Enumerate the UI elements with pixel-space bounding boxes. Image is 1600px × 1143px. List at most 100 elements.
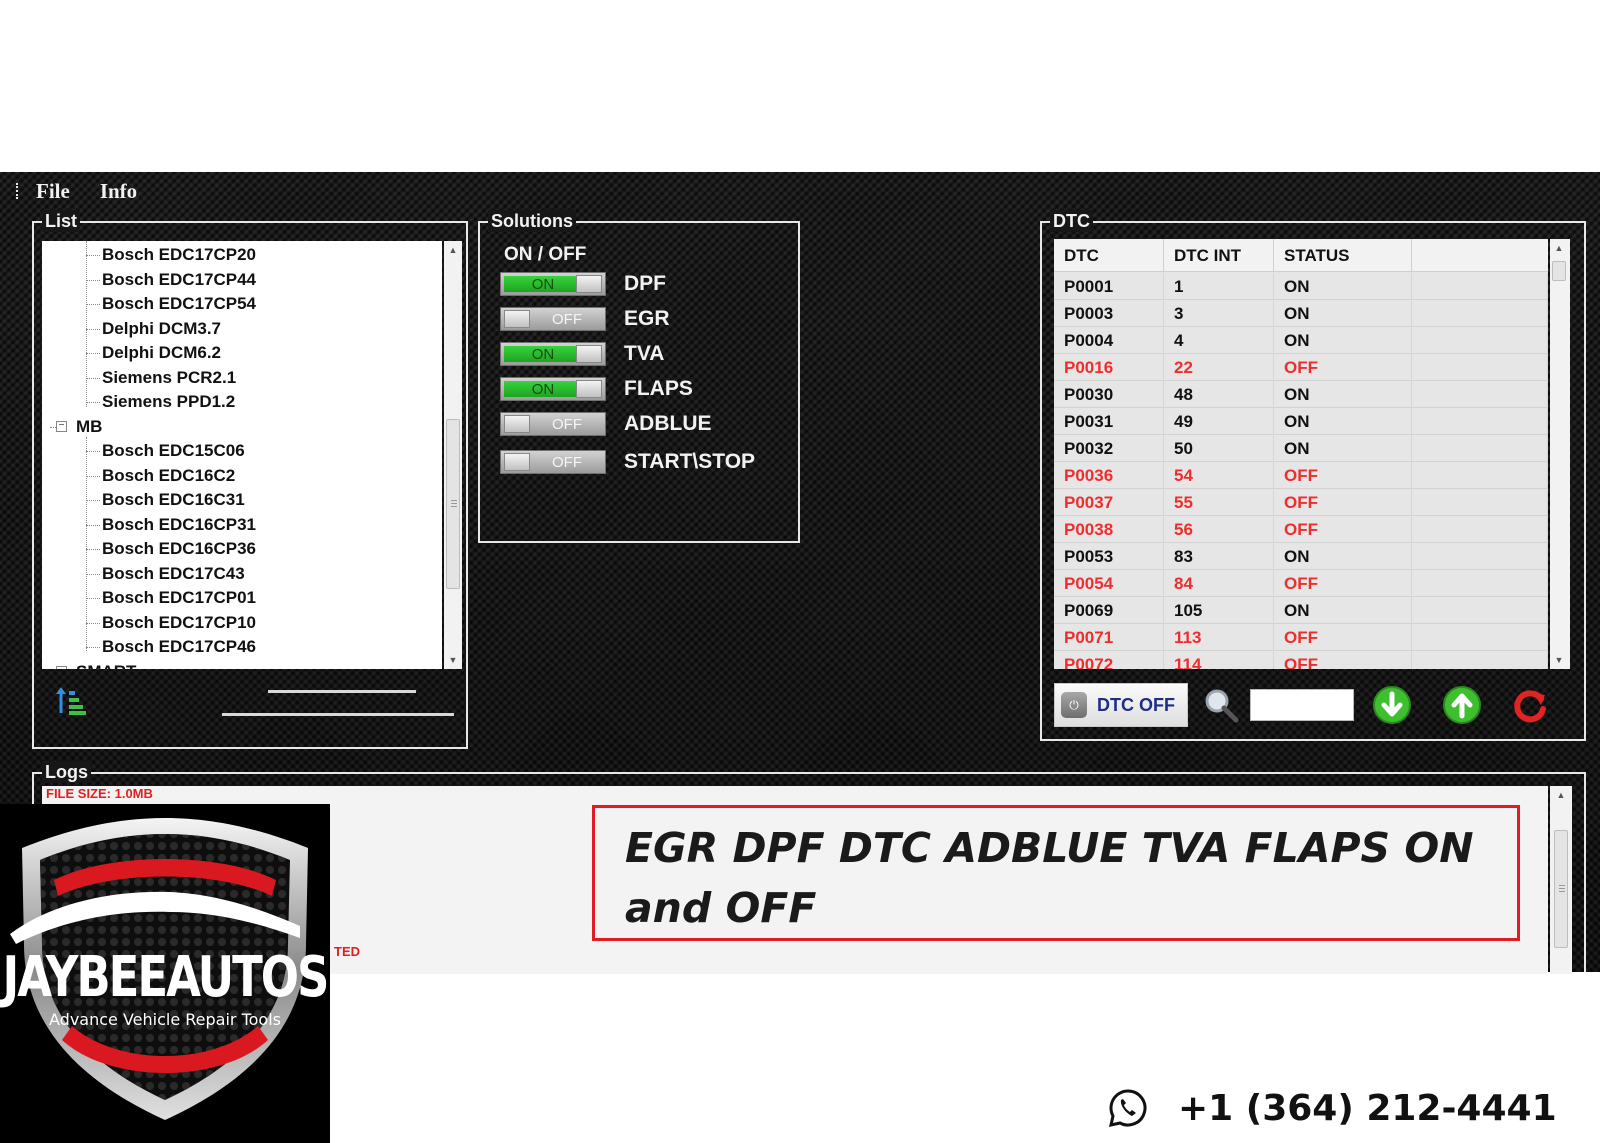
dtc-status-cell: OFF bbox=[1274, 462, 1412, 489]
toggle-switch[interactable]: ON bbox=[500, 377, 606, 401]
toggle-name: FLAPS bbox=[624, 377, 693, 400]
dtc-int-cell: 48 bbox=[1164, 381, 1274, 408]
toggle-switch[interactable]: ON bbox=[500, 342, 606, 366]
tree-item[interactable]: Bosch EDC16C2 bbox=[102, 464, 235, 488]
tree-item[interactable]: Bosch EDC17CP10 bbox=[102, 611, 256, 635]
table-row[interactable]: P0053 83 ON bbox=[1054, 543, 1548, 570]
collapse-icon[interactable]: − bbox=[56, 420, 67, 432]
logo-name: JAYBEEAUTOS bbox=[2, 943, 330, 1010]
tree-item[interactable]: Bosch EDC17CP01 bbox=[102, 586, 256, 610]
logo-tagline: Advance Vehicle Repair Tools bbox=[49, 1010, 281, 1029]
table-row[interactable]: P0030 48 ON bbox=[1054, 381, 1548, 408]
table-row[interactable]: P0036 54 OFF bbox=[1054, 462, 1548, 489]
dtc-status-cell: ON bbox=[1274, 597, 1412, 624]
dtc-status-cell: ON bbox=[1274, 381, 1412, 408]
dtc-int-cell: 50 bbox=[1164, 435, 1274, 462]
table-row[interactable]: P0038 56 OFF bbox=[1054, 516, 1548, 543]
dtc-empty-cell bbox=[1412, 408, 1548, 435]
scroll-down-icon[interactable]: ▼ bbox=[1550, 651, 1568, 669]
collapse-icon[interactable]: − bbox=[56, 665, 67, 669]
dtc-empty-cell bbox=[1412, 597, 1548, 624]
dtc-off-button[interactable]: ⏻ DTC OFF bbox=[1054, 683, 1188, 727]
refresh-icon[interactable] bbox=[1510, 685, 1550, 725]
menu-file[interactable]: File bbox=[36, 179, 70, 204]
tree-item[interactable]: Bosch EDC17CP46 bbox=[102, 635, 256, 659]
tree-item[interactable]: Delphi DCM3.7 bbox=[102, 317, 221, 341]
table-row[interactable]: P0054 84 OFF bbox=[1054, 570, 1548, 597]
dtc-int-cell: 113 bbox=[1164, 624, 1274, 651]
dtc-status-cell: ON bbox=[1274, 327, 1412, 354]
tree-item[interactable]: Siemens PCR2.1 bbox=[102, 366, 236, 390]
arrow-down-icon[interactable] bbox=[1372, 685, 1412, 725]
dtc-int-cell: 54 bbox=[1164, 462, 1274, 489]
dtc-code-cell: P0036 bbox=[1054, 462, 1164, 489]
dtc-int-cell: 83 bbox=[1164, 543, 1274, 570]
dtc-int-cell: 22 bbox=[1164, 354, 1274, 381]
scroll-up-icon[interactable]: ▲ bbox=[1552, 786, 1570, 804]
tree-item[interactable]: Bosch EDC17C43 bbox=[102, 562, 245, 586]
dtc-table: DTC DTC INT STATUS P0001 1 ON P0003 3 ON P0004… bbox=[1054, 239, 1548, 669]
dtc-code-cell: P0037 bbox=[1054, 489, 1164, 516]
toggle-switch[interactable]: OFF bbox=[500, 307, 606, 331]
search-icon[interactable] bbox=[1202, 687, 1240, 725]
table-row[interactable]: P0031 49 ON bbox=[1054, 408, 1548, 435]
logs-scrollbar[interactable]: ▲ bbox=[1550, 786, 1572, 974]
scroll-thumb[interactable] bbox=[1552, 261, 1566, 281]
toggle-knob[interactable] bbox=[504, 453, 530, 471]
tree-item[interactable]: Bosch EDC17CP54 bbox=[102, 292, 256, 316]
scroll-thumb[interactable] bbox=[446, 419, 460, 589]
tree-item[interactable]: Bosch EDC16CP31 bbox=[102, 513, 256, 537]
tree-item[interactable]: Bosch EDC16CP36 bbox=[102, 537, 256, 561]
list-scrollbar[interactable]: ▲ ▼ bbox=[444, 241, 462, 669]
toggle-state: OFF bbox=[552, 454, 582, 471]
toggle-knob[interactable] bbox=[504, 415, 530, 433]
scroll-up-icon[interactable]: ▲ bbox=[1550, 239, 1568, 257]
table-row[interactable]: P0016 22 OFF bbox=[1054, 354, 1548, 381]
phone-number[interactable]: +1 (364) 212-4441 bbox=[1178, 1088, 1557, 1129]
toggle-switch[interactable]: OFF bbox=[500, 450, 606, 474]
column-header-dtc[interactable]: DTC bbox=[1054, 239, 1164, 272]
sort-ascending-icon[interactable] bbox=[54, 683, 86, 717]
ecu-tree[interactable]: Bosch EDC17CP20 Bosch EDC17CP44 Bosch EDC1… bbox=[42, 241, 442, 669]
tree-group-node[interactable]: SMART bbox=[76, 660, 136, 670]
dtc-code-cell: P0054 bbox=[1054, 570, 1164, 597]
dtc-scrollbar[interactable]: ▲ ▼ bbox=[1550, 239, 1570, 669]
column-header-status[interactable]: STATUS bbox=[1274, 239, 1412, 272]
log-line: FILE SIZE: 1.0MB bbox=[46, 786, 153, 801]
dtc-search-input[interactable] bbox=[1250, 689, 1354, 721]
toggle-knob[interactable] bbox=[504, 310, 530, 328]
scroll-thumb[interactable] bbox=[1554, 830, 1568, 948]
dtc-status-cell: OFF bbox=[1274, 489, 1412, 516]
table-row[interactable]: P0032 50 ON bbox=[1054, 435, 1548, 462]
tree-connector bbox=[86, 524, 100, 526]
table-row[interactable]: P0037 55 OFF bbox=[1054, 489, 1548, 516]
table-row[interactable]: P0072 114 OFF bbox=[1054, 651, 1548, 669]
toggle-switch[interactable]: OFF bbox=[500, 412, 606, 436]
tree-item[interactable]: Delphi DCM6.2 bbox=[102, 341, 221, 365]
arrow-up-icon[interactable] bbox=[1442, 685, 1482, 725]
toggle-knob[interactable] bbox=[576, 380, 602, 398]
scroll-down-icon[interactable]: ▼ bbox=[444, 651, 462, 669]
table-row[interactable]: P0004 4 ON bbox=[1054, 327, 1548, 354]
tree-group-node[interactable]: MB bbox=[76, 415, 102, 439]
table-row[interactable]: P0069 105 ON bbox=[1054, 597, 1548, 624]
table-row[interactable]: P0071 113 OFF bbox=[1054, 624, 1548, 651]
toggle-knob[interactable] bbox=[576, 345, 602, 363]
tree-item[interactable]: Siemens PPD1.2 bbox=[102, 390, 235, 414]
tree-item[interactable]: Bosch EDC16C31 bbox=[102, 488, 245, 512]
toggle-knob[interactable] bbox=[576, 275, 602, 293]
toggle-switch[interactable]: ON bbox=[500, 272, 606, 296]
tree-item[interactable]: Bosch EDC17CP20 bbox=[102, 243, 256, 267]
table-row[interactable]: P0001 1 ON bbox=[1054, 273, 1548, 300]
table-row[interactable]: P0003 3 ON bbox=[1054, 300, 1548, 327]
dtc-int-cell: 1 bbox=[1164, 273, 1274, 300]
dtc-empty-cell bbox=[1412, 381, 1548, 408]
toggle-name: EGR bbox=[624, 307, 670, 330]
tree-item[interactable]: Bosch EDC15C06 bbox=[102, 439, 245, 463]
dtc-off-button-label: DTC OFF bbox=[1097, 694, 1175, 715]
menu-info[interactable]: Info bbox=[100, 179, 137, 204]
dtc-empty-cell bbox=[1412, 489, 1548, 516]
column-header-dtc-int[interactable]: DTC INT bbox=[1164, 239, 1274, 272]
scroll-up-icon[interactable]: ▲ bbox=[444, 241, 462, 259]
tree-item[interactable]: Bosch EDC17CP44 bbox=[102, 268, 256, 292]
